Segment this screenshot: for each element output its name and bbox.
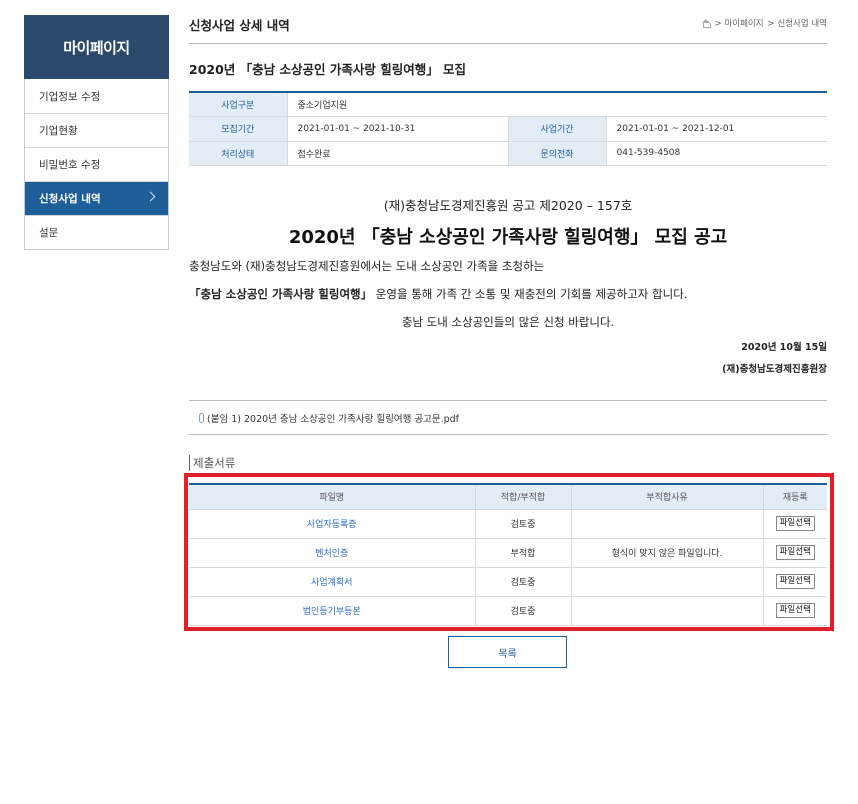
breadcrumb-applications[interactable]: > 신청사업 내역: [768, 17, 827, 29]
column-header: 적합/부적합: [475, 484, 572, 510]
docs-table: 파일명 적합/부적합 부적합사유 재등록 사업자등록증 검토중 파일선택 벤처인…: [189, 483, 827, 626]
breadcrumb: > 마이페이지 > 신청사업 내역: [701, 17, 827, 29]
notice-title: 2020년 「충남 소상공인 가족사랑 힐링여행」 모집: [189, 62, 467, 77]
file-name-link[interactable]: 법인등기부등본: [189, 596, 476, 626]
reupload-cell: 파일선택: [763, 509, 827, 539]
sidebar-title: 마이페이지: [24, 15, 169, 79]
table-row: 모집기간 2021-01-01 ~ 2021-10-31 사업기간 2021-0…: [189, 116, 827, 142]
table-row: 사업계획서 검토중 파일선택: [189, 567, 827, 597]
sidebar-item-label: 기업현황: [39, 125, 78, 137]
sidebar-item-survey[interactable]: 설문: [25, 215, 168, 249]
table-row: 사업자등록증 검토중 파일선택: [189, 509, 827, 539]
table-row: 처리상태 접수완료 문의전화 041-539-4508: [189, 141, 827, 166]
paperclip-icon: [199, 412, 204, 423]
info-label: 모집기간: [189, 116, 288, 142]
sidebar-menu: 기업정보 수정 기업현황 비밀번호 수정 신청사업 내역 설문: [24, 79, 169, 250]
sidebar: 마이페이지 기업정보 수정 기업현황 비밀번호 수정 신청사업 내역 설문: [24, 15, 169, 250]
info-label: 문의전화: [508, 141, 607, 166]
reject-reason: [571, 567, 764, 597]
file-name-link[interactable]: 사업계획서: [189, 567, 476, 597]
file-name-link[interactable]: 벤처인증: [189, 538, 476, 568]
announcement-text: 충청남도와 (재)충청남도경제진흥원에서는 도내 소상공인 가족을 초청하는: [189, 259, 545, 273]
announcement-bold: 「충남 소상공인 가족사랑 힐링여행」: [189, 287, 373, 301]
table-row: 벤처인증 부적합 형식이 맞지 않은 파일입니다. 파일선택: [189, 538, 827, 568]
announcement-org: (재)충청남도경제진흥원 공고 제2020 – 157호: [383, 198, 633, 213]
announcement-signature: (재)충청남도경제진흥원장: [722, 364, 827, 375]
sidebar-item-password-edit[interactable]: 비밀번호 수정: [25, 147, 168, 181]
reject-reason: [571, 509, 764, 539]
list-button[interactable]: 목록: [448, 636, 567, 668]
attachment-box: (붙임 1) 2020년 충남 소상공인 가족사랑 힐링여행 공고문.pdf: [189, 400, 827, 435]
info-label: 사업구분: [189, 92, 288, 117]
announcement-text: 「충남 소상공인 가족사랑 힐링여행」 운영을 통해 가족 간 소통 및 재충전…: [189, 286, 687, 302]
breadcrumb-mypage[interactable]: > 마이페이지: [715, 17, 764, 29]
sidebar-item-applications[interactable]: 신청사업 내역: [25, 181, 168, 215]
info-value: 중소기업지원: [287, 92, 827, 117]
reupload-cell: 파일선택: [763, 567, 827, 597]
column-header: 파일명: [189, 484, 476, 510]
file-select-button[interactable]: 파일선택: [775, 516, 815, 531]
info-value: 2021-01-01 ~ 2021-12-01: [606, 116, 827, 142]
reject-reason: [571, 596, 764, 626]
announcement-title: 2020년 「충남 소상공인 가족사랑 힐링여행」 모집 공고: [288, 227, 728, 248]
docs-section-label: 제출서류: [189, 455, 235, 471]
chevron-right-icon: [145, 191, 156, 202]
review-result: 검토중: [475, 567, 572, 597]
divider: [189, 43, 827, 44]
review-result: 검토중: [475, 596, 572, 626]
announcement-text: 충남 도내 소상공인들의 많은 신청 바랍니다.: [401, 315, 615, 329]
reupload-cell: 파일선택: [763, 538, 827, 568]
file-select-button[interactable]: 파일선택: [775, 574, 815, 589]
sidebar-item-label: 비밀번호 수정: [39, 159, 101, 171]
column-header: 부적합사유: [571, 484, 764, 510]
info-label: 처리상태: [189, 141, 288, 166]
table-row: 사업구분 중소기업지원: [189, 92, 827, 117]
sidebar-item-company-status[interactable]: 기업현황: [25, 113, 168, 147]
home-icon[interactable]: [701, 19, 712, 28]
column-header: 재등록: [763, 484, 827, 510]
info-label: 사업기간: [508, 116, 607, 142]
info-value: 041-539-4508: [606, 141, 827, 166]
file-select-button[interactable]: 파일선택: [775, 545, 815, 560]
info-table: 사업구분 중소기업지원 모집기간 2021-01-01 ~ 2021-10-31…: [189, 91, 827, 166]
info-value: 2021-01-01 ~ 2021-10-31: [287, 116, 509, 142]
reupload-cell: 파일선택: [763, 596, 827, 626]
announcement-text-rest: 운영을 통해 가족 간 소통 및 재충전의 기회를 제공하고자 합니다.: [372, 287, 688, 301]
sidebar-item-label: 기업정보 수정: [39, 90, 101, 103]
sidebar-item-company-info-edit[interactable]: 기업정보 수정: [25, 79, 168, 113]
table-row: 법인등기부등본 검토중 파일선택: [189, 596, 827, 626]
table-header-row: 파일명 적합/부적합 부적합사유 재등록: [189, 484, 827, 510]
review-result: 검토중: [475, 509, 572, 539]
reject-reason: 형식이 맞지 않은 파일입니다.: [571, 538, 764, 568]
sidebar-item-label: 설문: [39, 227, 59, 239]
page-title: 신청사업 상세 내역: [189, 18, 290, 33]
announcement-date: 2020년 10월 15일: [741, 342, 827, 353]
attachment-link[interactable]: (붙임 1) 2020년 충남 소상공인 가족사랑 힐링여행 공고문.pdf: [207, 411, 459, 425]
file-select-button[interactable]: 파일선택: [775, 603, 815, 618]
sidebar-item-label: 신청사업 내역: [39, 193, 101, 205]
info-value: 접수완료: [287, 141, 509, 166]
file-name-link[interactable]: 사업자등록증: [189, 509, 476, 539]
review-result: 부적합: [475, 538, 572, 568]
